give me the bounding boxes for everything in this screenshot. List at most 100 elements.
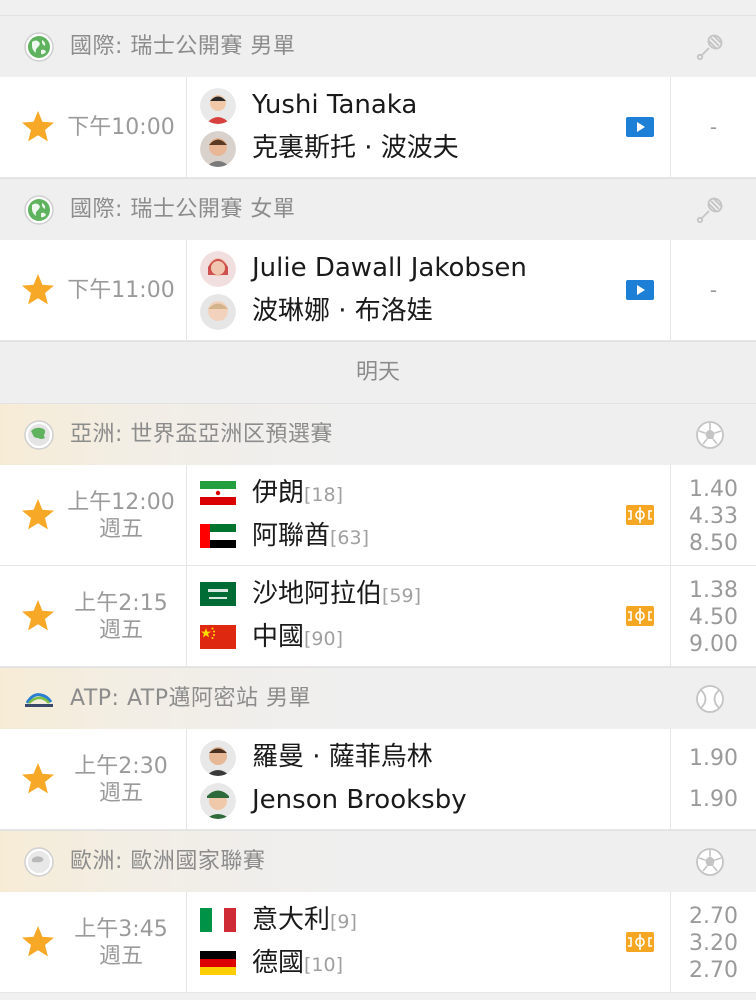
badminton-icon — [694, 194, 726, 226]
europe-globe-icon — [23, 846, 55, 878]
match-row[interactable]: 上午2:30 週五 羅曼 · 薩菲烏林 Jenson Brooksby 1.90… — [0, 729, 756, 830]
odds-placeholder: - — [709, 278, 718, 302]
match-list: 國際: 瑞士公開賽 男單 下午10:00 Yushi Tanaka 克裏斯托 ·… — [0, 0, 756, 1000]
match-row[interactable]: 下午10:00 Yushi Tanaka 克裏斯托 · 波波夫 - — [0, 77, 756, 178]
match-time: 上午12:00 — [67, 490, 175, 515]
match-time: 上午2:15 — [74, 591, 168, 616]
match-weekday: 週五 — [98, 517, 143, 542]
team-name: 羅曼 · 薩菲烏林 — [252, 742, 433, 772]
league-header[interactable]: ATP: ATP邁阿密站 男單 — [0, 667, 756, 729]
pitch-icon[interactable] — [626, 606, 654, 626]
match-row[interactable]: 下午11:00 Julie Dawall Jakobsen 波琳娜 · 布洛娃 … — [0, 240, 756, 341]
badminton-icon — [694, 31, 726, 63]
team-rank: [9] — [330, 911, 357, 933]
league-header[interactable]: 國際: 瑞士公開賽 男單 — [0, 15, 756, 77]
asia-globe-icon — [23, 419, 55, 451]
player-avatar — [200, 88, 236, 124]
league-header[interactable]: 國際: 瑞士公開賽 女單 — [0, 178, 756, 240]
player-avatar — [200, 294, 236, 330]
odds-home[interactable]: 1.38 — [671, 577, 756, 604]
odds-draw[interactable]: 3.20 — [671, 930, 756, 957]
divider — [186, 77, 187, 177]
odds-draw[interactable]: 4.50 — [671, 604, 756, 631]
team-name: Yushi Tanaka — [252, 90, 418, 120]
uae-flag-icon — [200, 524, 236, 548]
league-name: 國際: 瑞士公開賽 女單 — [70, 197, 296, 222]
match-row[interactable]: 上午2:15 週五 沙地阿拉伯[59] 中國[90] 1.38 4.50 9.0… — [0, 566, 756, 667]
match-weekday: 週五 — [98, 781, 143, 806]
match-row[interactable]: 上午3:45 週五 意大利[9] 德國[10] 2.70 3.20 2.70 — [0, 892, 756, 993]
odds-away[interactable]: 1.90 — [671, 786, 756, 813]
china-flag-icon — [200, 625, 236, 649]
soccer-ball-icon — [694, 419, 726, 451]
player-avatar — [200, 783, 236, 819]
globe-icon — [23, 31, 55, 63]
odds-draw[interactable]: 4.33 — [671, 503, 756, 530]
team-rank: [90] — [304, 628, 344, 650]
divider — [186, 729, 187, 829]
favorite-star-icon[interactable] — [20, 272, 56, 308]
match-time: 下午10:00 — [67, 115, 175, 140]
team-name: Julie Dawall Jakobsen — [252, 253, 527, 283]
atp-logo-icon — [23, 683, 55, 715]
divider — [670, 729, 671, 829]
odds-home[interactable]: 1.90 — [671, 745, 756, 772]
video-icon[interactable] — [626, 280, 654, 300]
team-name: 克裏斯托 · 波波夫 — [252, 133, 459, 163]
team-rank: [59] — [382, 585, 422, 607]
team-rank: [18] — [304, 484, 344, 506]
player-avatar — [200, 131, 236, 167]
team-rank: [10] — [304, 954, 344, 976]
team-name: 沙地阿拉伯 — [252, 579, 383, 609]
pitch-icon[interactable] — [626, 932, 654, 952]
soccer-ball-icon — [694, 846, 726, 878]
league-header[interactable]: 亞洲: 世界盃亞洲区預選賽 — [0, 403, 756, 465]
odds-away[interactable]: 8.50 — [671, 530, 756, 557]
odds-away[interactable]: 9.00 — [671, 631, 756, 658]
odds-home[interactable]: 2.70 — [671, 903, 756, 930]
team-name: 波琳娜 · 布洛娃 — [252, 296, 433, 326]
player-avatar — [200, 251, 236, 287]
league-name: 國際: 瑞士公開賽 男單 — [70, 34, 296, 59]
league-name: 歐洲: 歐洲國家聯賽 — [70, 849, 266, 874]
favorite-star-icon[interactable] — [20, 497, 56, 533]
divider — [186, 566, 187, 666]
match-weekday: 週五 — [98, 618, 143, 643]
favorite-star-icon[interactable] — [20, 761, 56, 797]
league-name: 亞洲: 世界盃亞洲区預選賽 — [70, 422, 333, 447]
favorite-star-icon[interactable] — [20, 109, 56, 145]
match-time: 下午11:00 — [67, 278, 175, 303]
match-time: 上午3:45 — [74, 917, 168, 942]
player-avatar — [200, 740, 236, 776]
match-time: 上午2:30 — [74, 754, 168, 779]
saudi-flag-icon — [200, 582, 236, 606]
match-weekday: 週五 — [98, 944, 143, 969]
globe-icon — [23, 194, 55, 226]
divider — [186, 465, 187, 565]
divider — [186, 892, 187, 992]
match-row[interactable]: 上午12:00 週五 伊朗[18] 阿聯酋[63] 1.40 4.33 8.50 — [0, 465, 756, 566]
tennis-ball-icon — [694, 683, 726, 715]
favorite-star-icon[interactable] — [20, 924, 56, 960]
odds-home[interactable]: 1.40 — [671, 476, 756, 503]
team-rank: [63] — [330, 527, 370, 549]
team-name: 意大利 — [252, 905, 331, 935]
iran-flag-icon — [200, 481, 236, 505]
top-spacer — [0, 0, 756, 15]
odds-placeholder: - — [709, 115, 718, 139]
pitch-icon[interactable] — [626, 505, 654, 525]
team-name: 德國 — [252, 948, 305, 978]
favorite-star-icon[interactable] — [20, 598, 56, 634]
league-name: ATP: ATP邁阿密站 男單 — [70, 686, 311, 711]
team-name: 阿聯酋 — [252, 521, 331, 551]
team-name: Jenson Brooksby — [252, 785, 467, 815]
divider — [186, 240, 187, 340]
team-name: 中國 — [252, 622, 305, 652]
day-header: 明天 — [0, 341, 756, 403]
italy-flag-icon — [200, 908, 236, 932]
league-header[interactable]: 歐洲: 歐洲國家聯賽 — [0, 830, 756, 892]
odds-away[interactable]: 2.70 — [671, 957, 756, 984]
team-name: 伊朗 — [252, 478, 305, 508]
video-icon[interactable] — [626, 117, 654, 137]
germany-flag-icon — [200, 951, 236, 975]
